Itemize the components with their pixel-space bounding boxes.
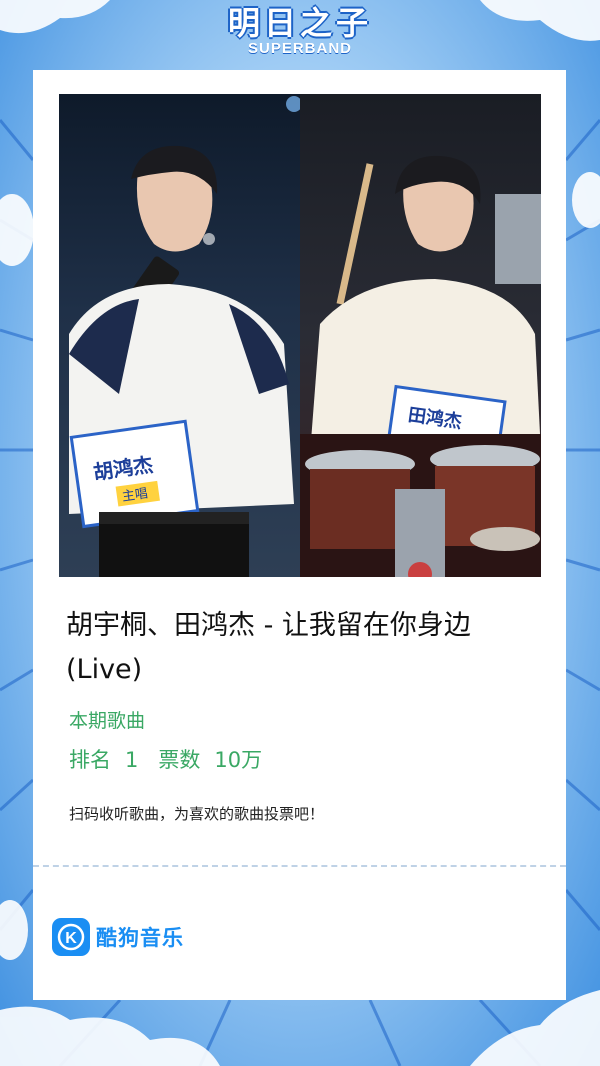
brand-name: 酷狗音乐 <box>96 926 184 950</box>
song-subtitle: 本期歌曲 <box>69 710 146 732</box>
dashed-divider <box>33 865 566 867</box>
votes-label: 票数 <box>158 748 201 772</box>
show-title-en: SUPERBAND <box>247 40 352 57</box>
rank-label: 排名 <box>69 748 111 772</box>
kugou-k-icon: K <box>52 918 90 956</box>
kugou-logo: K 酷狗音乐 <box>52 918 184 956</box>
song-card: 胡鸿杰 主唱 田鸿杰 胡宇桐、田鸿杰 - 让我留在你身边 (Live) 本期歌曲… <box>33 70 566 1000</box>
singer-illustration: 胡鸿杰 主唱 <box>69 96 300 577</box>
show-title-cn: 明日之子 <box>227 4 372 42</box>
drummer-illustration: 田鸿杰 <box>300 155 541 577</box>
drummer-photo: 田鸿杰 <box>300 94 541 577</box>
singer-photo: 胡鸿杰 主唱 <box>59 94 300 577</box>
ranking-stats: 排名 1 票数 10万 <box>69 744 262 774</box>
votes-value: 10万 <box>214 748 263 772</box>
kugou-k-letter: K <box>65 930 77 947</box>
song-title: 胡宇桐、田鸿杰 - 让我留在你身边 (Live) <box>66 610 471 685</box>
performer-photos: 胡鸿杰 主唱 田鸿杰 <box>59 94 541 577</box>
rank-value: 1 <box>125 748 139 772</box>
vote-hint: 扫码收听歌曲，为喜欢的歌曲投票吧！ <box>69 805 325 823</box>
show-logo: 明日之子 SUPERBAND <box>0 4 600 57</box>
